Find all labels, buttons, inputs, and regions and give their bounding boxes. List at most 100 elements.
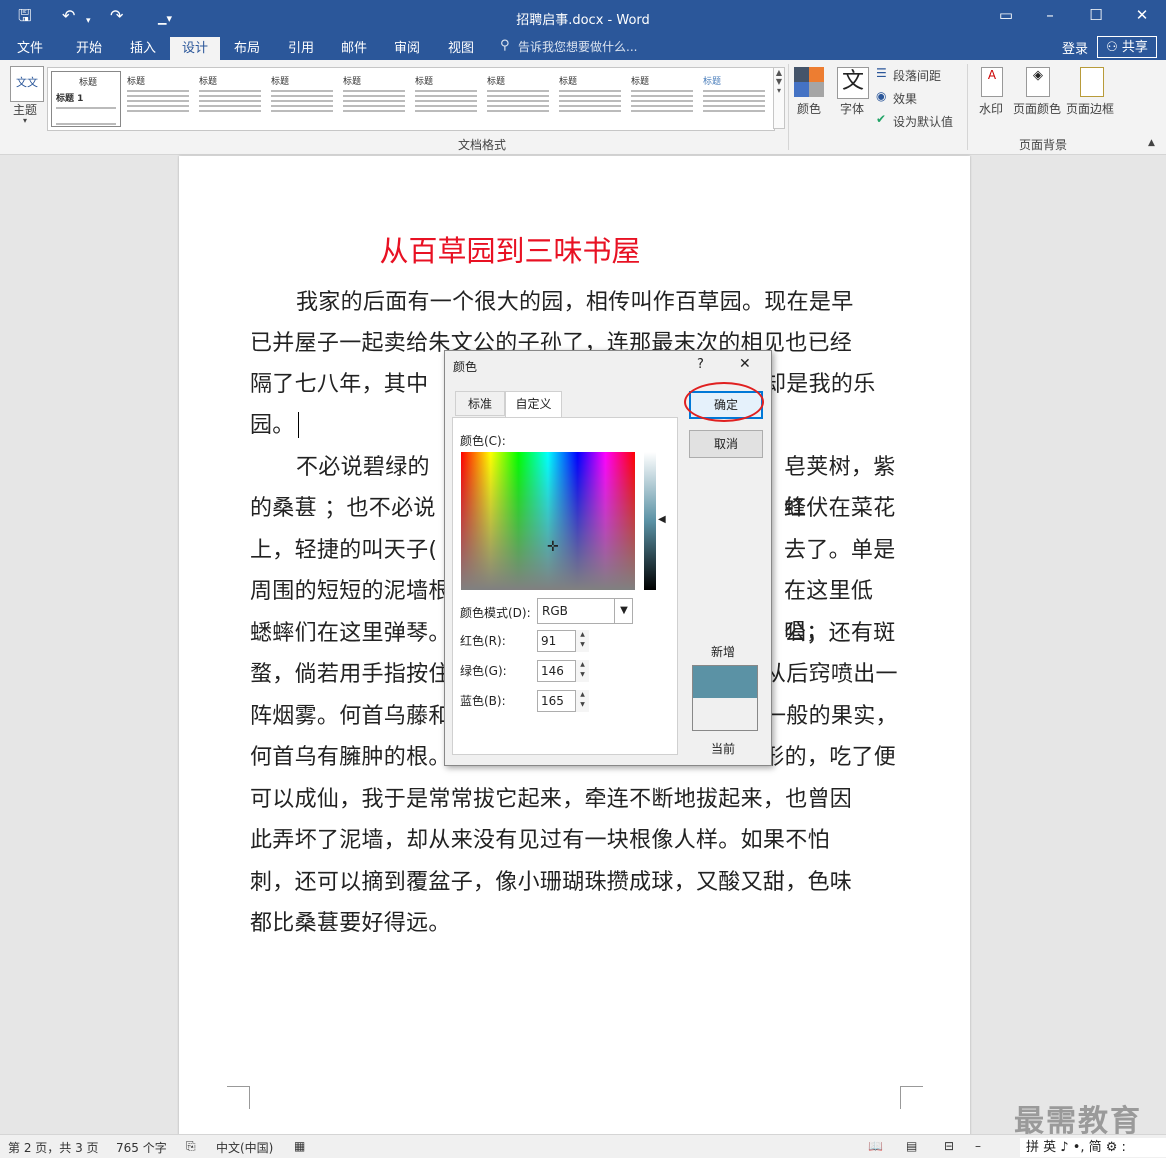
share-button[interactable]: ⚇ 共享 bbox=[1097, 36, 1157, 58]
highlight-circle bbox=[684, 382, 764, 422]
status-bar: 第 2 页，共 3 页 765 个字 ⎘ 中文(中国) ▦ 📖 ▤ ⊟ – bbox=[0, 1134, 1166, 1158]
effects-button[interactable]: 效果 bbox=[893, 90, 917, 107]
read-mode-icon[interactable]: 📖 bbox=[868, 1139, 883, 1153]
tab-references[interactable]: 引用 bbox=[276, 37, 326, 60]
tab-insert[interactable]: 插入 bbox=[118, 37, 168, 60]
paragraph-line-tail: 去了。单是 bbox=[784, 538, 896, 563]
tab-custom[interactable]: 自定义 bbox=[505, 391, 562, 418]
current-color-label: 当前 bbox=[711, 742, 736, 756]
page-background-group-label: 页面背景 bbox=[1019, 138, 1068, 152]
maximize-icon[interactable]: ☐ bbox=[1086, 6, 1106, 24]
page-count[interactable]: 第 2 页，共 3 页 bbox=[8, 1139, 99, 1156]
macro-icon[interactable]: ▦ bbox=[294, 1139, 305, 1153]
page-borders-icon[interactable] bbox=[1080, 67, 1104, 97]
new-color-label: 新增 bbox=[711, 645, 736, 659]
tab-review[interactable]: 审阅 bbox=[382, 37, 432, 60]
color-preview bbox=[692, 665, 758, 731]
watermark-button[interactable]: 水印 bbox=[979, 100, 1003, 117]
style-set-gallery: 标题 标题 1 标题 标题 标题 标题 标题 标题 标题 标题 标题 bbox=[47, 67, 775, 131]
colors-button[interactable]: 颜色 bbox=[797, 100, 821, 117]
ime-toolbar[interactable]: 拼 英 ♪ •, 简 ⚙ : bbox=[1020, 1138, 1166, 1157]
style-set-thumb[interactable]: 标题 bbox=[411, 71, 481, 127]
watermark-icon[interactable]: A bbox=[981, 67, 1003, 97]
page-color-icon[interactable]: ◈ bbox=[1026, 67, 1050, 97]
current-color-swatch bbox=[693, 698, 757, 730]
close-icon[interactable]: ✕ bbox=[1132, 6, 1152, 24]
lightbulb-icon: ⚲ bbox=[500, 38, 510, 53]
document-formatting-group-label: 文档格式 bbox=[458, 138, 507, 152]
style-set-thumb[interactable]: 标题 bbox=[483, 71, 553, 127]
paragraph-line: 可以成仙，我于是常常拔它起来，牵连不断地拔起来，也曾因 bbox=[250, 787, 853, 812]
sign-in-link[interactable]: 登录 bbox=[1062, 38, 1088, 57]
page-color-button[interactable]: 页面颜色 bbox=[1013, 100, 1061, 117]
style-set-thumb[interactable]: 标题 bbox=[123, 71, 193, 127]
tab-mailings[interactable]: 邮件 bbox=[329, 37, 379, 60]
tab-layout[interactable]: 布局 bbox=[222, 37, 272, 60]
style-set-thumb[interactable]: 标题 bbox=[339, 71, 409, 127]
green-spinner[interactable]: ▲ ▼ bbox=[575, 660, 589, 682]
paragraph-line-tail: 从后窍喷出一 bbox=[764, 662, 898, 687]
tab-view[interactable]: 视图 bbox=[436, 37, 486, 60]
collapse-ribbon-icon[interactable]: ▲ bbox=[1148, 138, 1155, 148]
paragraph-line-tail: 公；还有斑 bbox=[784, 621, 896, 646]
blue-label: 蓝色(B): bbox=[460, 694, 506, 708]
paragraph-line: 刺，还可以摘到覆盆子，像小珊瑚珠攒成球，又酸又甜，色味 bbox=[250, 870, 853, 895]
minimize-icon[interactable]: – bbox=[1040, 6, 1060, 24]
tell-me-search[interactable]: 告诉我您想要做什么... bbox=[518, 38, 637, 55]
luminance-pointer-icon[interactable]: ◀ bbox=[658, 514, 666, 525]
tab-file[interactable]: 文件 bbox=[6, 37, 54, 60]
help-button[interactable]: ? bbox=[697, 357, 704, 372]
style-set-thumb[interactable]: 标题 bbox=[195, 71, 265, 127]
themes-dropdown-icon[interactable]: ▾ bbox=[23, 116, 27, 125]
blue-spinner[interactable]: ▲ ▼ bbox=[575, 690, 589, 712]
zoom-out-icon[interactable]: – bbox=[975, 1139, 981, 1153]
style-set-thumb[interactable]: 标题 bbox=[555, 71, 625, 127]
crosshair-icon: ✛ bbox=[547, 539, 559, 555]
title-bar: 🖫 ↶ ▾ ↷ ▁▾ 招聘启事.docx - Word ▭ – ☐ ✕ bbox=[0, 0, 1166, 33]
tab-design[interactable]: 设计 bbox=[170, 37, 220, 60]
fonts-button[interactable]: 字体 bbox=[840, 100, 864, 117]
word-count[interactable]: 765 个字 bbox=[116, 1139, 167, 1156]
web-layout-icon[interactable]: ⊟ bbox=[944, 1139, 954, 1153]
red-spinner[interactable]: ▲ ▼ bbox=[575, 630, 589, 652]
checkmark-icon: ✔ bbox=[876, 112, 887, 126]
chevron-down-icon: ▼ bbox=[614, 599, 633, 623]
document-heading: 从百草园到三味书屋 bbox=[379, 234, 641, 268]
paragraph-spacing-button[interactable]: 段落间距 bbox=[893, 67, 941, 84]
paragraph-line-tail: 却是我的乐 bbox=[764, 372, 876, 397]
dialog-title: 颜色 bbox=[453, 360, 478, 374]
style-set-thumb[interactable]: 标题 bbox=[627, 71, 697, 127]
red-label: 红色(R): bbox=[460, 634, 506, 648]
fonts-icon[interactable]: 文 bbox=[837, 67, 869, 99]
cancel-button[interactable]: 取消 bbox=[689, 430, 763, 458]
color-dialog: 颜色 ? ✕ 标准 自定义 颜色(C): ✛ ◀ 颜色模式(D): RGB ▼ … bbox=[444, 350, 772, 766]
margin-corner-mark bbox=[227, 1086, 250, 1109]
watermark-logo: 最需教育 bbox=[1014, 1104, 1142, 1139]
style-set-thumb[interactable]: 标题 标题 1 bbox=[51, 71, 121, 127]
margin-corner-mark bbox=[900, 1086, 923, 1109]
dialog-close-button[interactable]: ✕ bbox=[739, 356, 751, 372]
tab-home[interactable]: 开始 bbox=[64, 37, 114, 60]
new-color-swatch bbox=[693, 666, 757, 698]
share-label: 共享 bbox=[1121, 40, 1148, 55]
colors-icon[interactable] bbox=[794, 67, 824, 97]
style-set-thumb[interactable]: 标题 bbox=[267, 71, 337, 127]
set-as-default-button[interactable]: 设为默认值 bbox=[893, 113, 953, 130]
style-set-thumb[interactable]: 标题 bbox=[699, 71, 769, 127]
paragraph-spacing-icon: ☰ bbox=[876, 66, 887, 80]
gallery-scroll[interactable]: ▲ ▼ ▾ bbox=[773, 67, 785, 129]
language-indicator[interactable]: 中文(中国) bbox=[216, 1139, 273, 1156]
color-spectrum[interactable] bbox=[461, 452, 635, 590]
luminance-slider[interactable] bbox=[644, 452, 656, 590]
print-layout-icon[interactable]: ▤ bbox=[906, 1139, 917, 1153]
paragraph-line: 我家的后面有一个很大的园，相传叫作百草园。现在是早 bbox=[296, 290, 854, 315]
person-icon: ⚇ bbox=[1106, 40, 1118, 55]
themes-icon[interactable]: 文文 bbox=[10, 66, 44, 102]
ribbon-display-options-icon[interactable]: ▭ bbox=[996, 6, 1016, 24]
proofing-icon[interactable]: ⎘ bbox=[186, 1139, 196, 1154]
color-model-select[interactable]: RGB ▼ bbox=[537, 598, 633, 624]
page-borders-button[interactable]: 页面边框 bbox=[1066, 100, 1114, 117]
color-model-value: RGB bbox=[542, 604, 568, 618]
green-label: 绿色(G): bbox=[460, 664, 507, 678]
tab-standard[interactable]: 标准 bbox=[455, 391, 505, 416]
